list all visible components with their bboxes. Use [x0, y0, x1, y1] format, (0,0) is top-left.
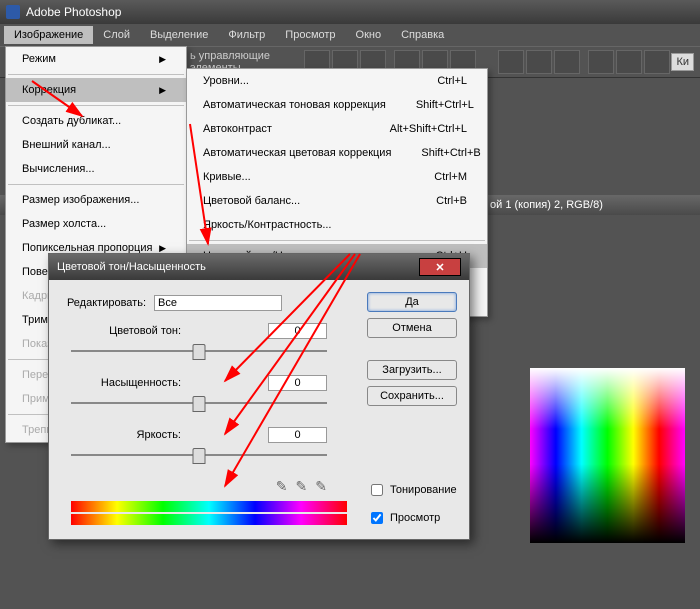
menuitem-auto-levels[interactable]: Автоматическая тоновая коррекцияShift+Ct…: [187, 93, 487, 117]
menu-filter[interactable]: Фильтр: [218, 26, 275, 44]
titlebar: Adobe Photoshop: [0, 0, 700, 24]
hue-gradient-bottom: [71, 514, 347, 525]
app-icon: [6, 5, 20, 19]
dialog-titlebar[interactable]: Цветовой тон/Насыщенность ✕: [49, 254, 469, 280]
menuitem-calculations[interactable]: Вычисления...: [6, 157, 186, 181]
menuitem-image-size[interactable]: Размер изображения...: [6, 188, 186, 212]
toolbar-right-hint[interactable]: Ки: [671, 53, 694, 71]
colorize-checkbox[interactable]: Тонирование: [367, 481, 457, 499]
saturation-input[interactable]: [268, 375, 327, 391]
edit-dropdown[interactable]: [154, 295, 282, 311]
dist-btn[interactable]: [644, 50, 670, 74]
menu-image[interactable]: Изображение: [4, 26, 93, 44]
menuitem-corrections[interactable]: Коррекция▶: [6, 78, 186, 102]
dist-btn[interactable]: [498, 50, 524, 74]
load-button[interactable]: Загрузить...: [367, 360, 457, 380]
save-button[interactable]: Сохранить...: [367, 386, 457, 406]
eyedropper-add-icon[interactable]: ✎: [296, 478, 308, 495]
edit-label: Редактировать:: [61, 297, 154, 309]
menuitem-apply-image[interactable]: Внешний канал...: [6, 133, 186, 157]
menu-help[interactable]: Справка: [391, 26, 454, 44]
eyedropper-icon[interactable]: ✎: [276, 478, 288, 495]
dist-btn[interactable]: [616, 50, 642, 74]
menuitem-color-balance[interactable]: Цветовой баланс...Ctrl+B: [187, 189, 487, 213]
menuitem-mode[interactable]: Режим▶: [6, 47, 186, 71]
ok-button[interactable]: Да: [367, 292, 457, 312]
hue-gradient-top: [71, 501, 347, 512]
menu-window[interactable]: Окно: [346, 26, 392, 44]
canvas-preview: [530, 368, 685, 543]
menu-view[interactable]: Просмотр: [275, 26, 345, 44]
menuitem-duplicate[interactable]: Создать дубликат...: [6, 109, 186, 133]
dist-btn[interactable]: [554, 50, 580, 74]
close-icon[interactable]: ✕: [419, 258, 461, 276]
cancel-button[interactable]: Отмена: [367, 318, 457, 338]
saturation-slider[interactable]: [71, 394, 327, 416]
menuitem-auto-color[interactable]: Автоматическая цветовая коррекцияShift+C…: [187, 141, 487, 165]
lightness-slider[interactable]: [71, 446, 327, 468]
lightness-input[interactable]: [268, 427, 327, 443]
hue-input[interactable]: [268, 323, 327, 339]
menu-layer[interactable]: Слой: [93, 26, 140, 44]
menuitem-brightness-contrast[interactable]: Яркость/Контрастность...: [187, 213, 487, 237]
dist-btn[interactable]: [526, 50, 552, 74]
dist-btn[interactable]: [588, 50, 614, 74]
saturation-label: Насыщенность:: [61, 377, 189, 389]
hue-saturation-dialog: Цветовой тон/Насыщенность ✕ Редактироват…: [48, 253, 470, 540]
hue-label: Цветовой тон:: [61, 325, 189, 337]
menu-selection[interactable]: Выделение: [140, 26, 218, 44]
menubar: Изображение Слой Выделение Фильтр Просмо…: [0, 24, 700, 46]
hue-slider[interactable]: [71, 342, 327, 364]
lightness-label: Яркость:: [61, 429, 189, 441]
app-title: Adobe Photoshop: [26, 5, 121, 19]
eyedropper-sub-icon[interactable]: ✎: [315, 478, 327, 495]
preview-checkbox[interactable]: Просмотр: [367, 509, 457, 527]
dialog-title: Цветовой тон/Насыщенность: [57, 261, 206, 273]
menuitem-canvas-size[interactable]: Размер холста...: [6, 212, 186, 236]
menuitem-curves[interactable]: Кривые...Ctrl+M: [187, 165, 487, 189]
menuitem-auto-contrast[interactable]: АвтоконтрастAlt+Shift+Ctrl+L: [187, 117, 487, 141]
menuitem-levels[interactable]: Уровни...Ctrl+L: [187, 69, 487, 93]
